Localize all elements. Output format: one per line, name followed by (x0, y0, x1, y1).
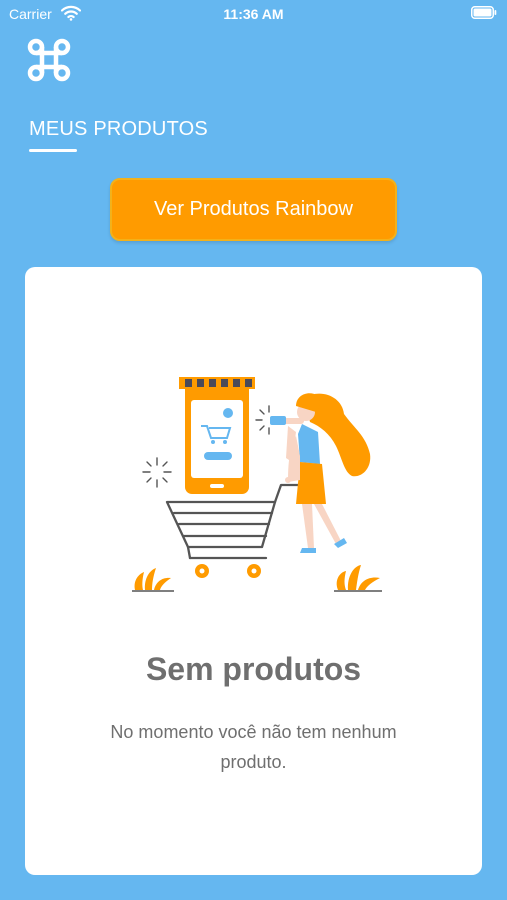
view-rainbow-products-button[interactable]: Ver Produtos Rainbow (110, 178, 397, 241)
tab-my-products[interactable]: MEUS PRODUTOS (29, 118, 208, 141)
battery-icon (471, 6, 497, 19)
command-icon[interactable] (27, 38, 71, 82)
status-time: 11:36 AM (223, 6, 284, 22)
empty-state-card: Sem produtos No momento você não tem nen… (25, 267, 482, 875)
status-bar: Carrier 11:36 AM (0, 0, 507, 28)
shopping-illustration (132, 377, 382, 592)
empty-state-title: Sem produtos (145, 651, 362, 687)
empty-state-description: No momento você não tem nenhum produto. (110, 722, 397, 772)
tab-active-indicator (29, 149, 77, 152)
